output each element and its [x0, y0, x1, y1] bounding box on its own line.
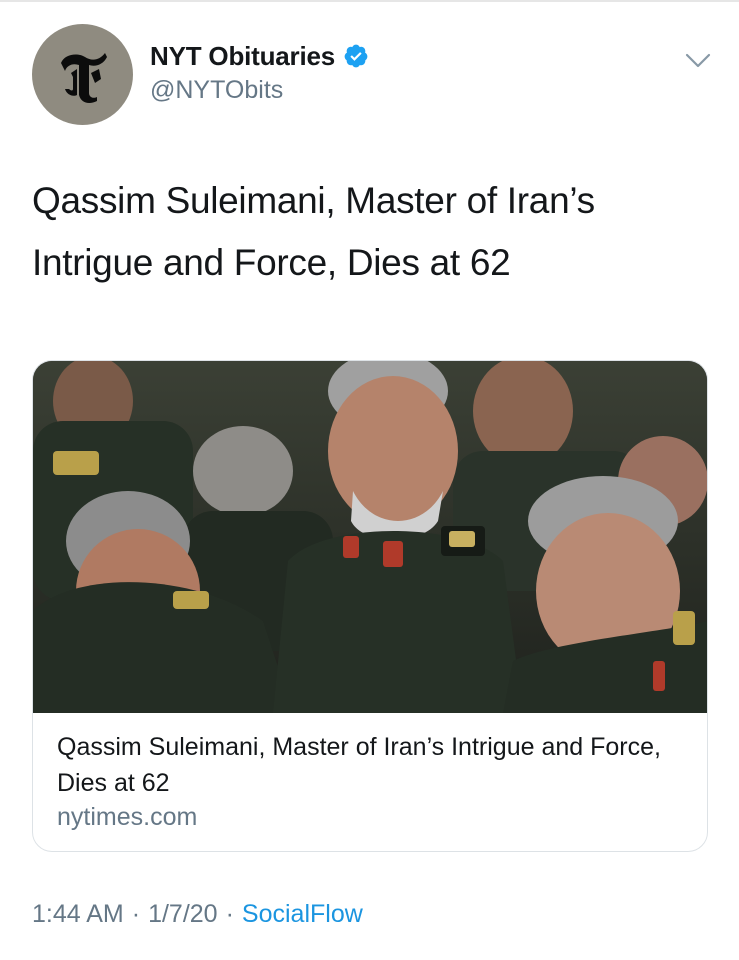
account-handle[interactable]: @NYTObits [150, 76, 283, 105]
news-photo [33, 361, 707, 713]
display-name: NYT Obituaries [150, 40, 336, 71]
link-preview-card[interactable]: Qassim Suleimani, Master of Iran’s Intri… [32, 360, 708, 852]
chevron-down-icon[interactable] [683, 50, 713, 72]
avatar[interactable] [32, 24, 133, 125]
display-name-row[interactable]: NYT Obituaries [150, 38, 369, 74]
meta-separator: · [131, 900, 141, 928]
card-domain: nytimes.com [57, 803, 198, 831]
tweet-text: Qassim Suleimani, Master of Iran’s Intri… [32, 180, 595, 283]
verified-badge-icon [344, 44, 368, 68]
card-image [33, 361, 707, 713]
tweet-meta: 1:44 AM · 1/7/20 · SocialFlow [32, 900, 363, 929]
nyt-t-logo-icon [60, 52, 107, 103]
tweet-time[interactable]: 1:44 AM [32, 900, 124, 929]
tweet-date[interactable]: 1/7/20 [148, 900, 218, 929]
meta-separator: · [225, 900, 234, 928]
card-title: Qassim Suleimani, Master of Iran’s Intri… [57, 733, 661, 797]
top-divider [0, 0, 739, 2]
tweet-source-link[interactable]: SocialFlow [242, 900, 363, 929]
